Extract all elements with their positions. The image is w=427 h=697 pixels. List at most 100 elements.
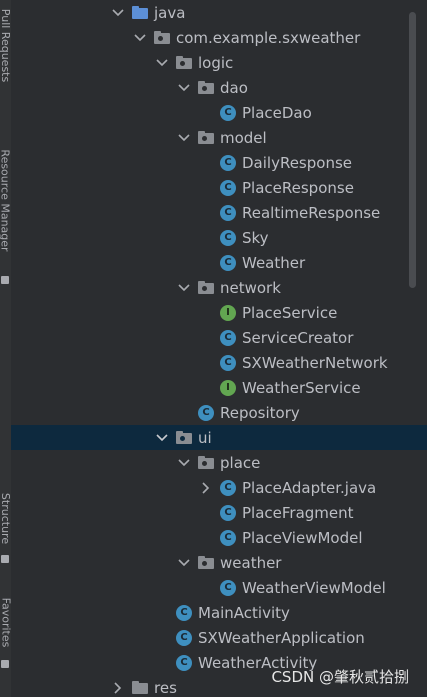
tree-node-place-service[interactable]: I PlaceService [11, 300, 427, 325]
tree-node-weather-package[interactable]: weather [11, 550, 427, 575]
watermark: CSDN @肇秋贰拾捌 [271, 668, 409, 686]
tree-node-place-response[interactable]: C PlaceResponse [11, 175, 427, 200]
tree-node-label: Weather [242, 253, 306, 272]
tree-node-label: com.example.sxweather [176, 28, 361, 47]
tree-node-label: PlaceViewModel [242, 528, 363, 547]
class-icon: C [220, 504, 236, 521]
package-icon [176, 431, 192, 444]
project-tree[interactable]: java com.example.sxweather logic dao C P… [11, 0, 427, 697]
class-icon: C [220, 354, 236, 371]
tree-node-sxweather-application[interactable]: C SXWeatherApplication [11, 625, 427, 650]
class-icon: C [220, 329, 236, 346]
class-icon: C [176, 604, 192, 621]
chevron-right-icon[interactable] [198, 480, 214, 496]
interface-icon: I [220, 379, 236, 396]
resource-manager-tab[interactable]: Resource Manager [0, 135, 12, 265]
tree-node-label: PlaceDao [242, 103, 312, 122]
tree-node-label: PlaceFragment [242, 503, 354, 522]
interface-icon: I [220, 304, 236, 321]
tree-node-label: place [220, 453, 261, 472]
class-icon: C [198, 404, 214, 421]
chevron-down-icon[interactable] [176, 555, 192, 571]
tree-node-label: SXWeatherNetwork [242, 353, 388, 372]
tree-node-ui[interactable]: ui [11, 425, 427, 450]
tree-node-label: dao [220, 78, 248, 97]
tree-node-label: RealtimeResponse [242, 203, 381, 222]
favorites-tab[interactable]: Favorites [0, 592, 12, 652]
tree-node-logic[interactable]: logic [11, 50, 427, 75]
tree-node-service-creator[interactable]: C ServiceCreator [11, 325, 427, 350]
chevron-down-icon[interactable] [176, 80, 192, 96]
chevron-down-icon[interactable] [154, 55, 170, 71]
tree-node-label: Sky [242, 228, 269, 247]
tree-node-label: PlaceResponse [242, 178, 354, 197]
resource-folder-icon [132, 681, 148, 694]
tree-node-label: WeatherViewModel [242, 578, 386, 597]
tree-node-label: res [154, 678, 177, 697]
class-icon: C [220, 579, 236, 596]
class-icon: C [220, 179, 236, 196]
tree-node-label: PlaceAdapter.java [242, 478, 377, 497]
structure-tab[interactable]: Structure [0, 488, 12, 548]
tree-node-place-view-model[interactable]: C PlaceViewModel [11, 525, 427, 550]
tree-node-sxweather-network[interactable]: C SXWeatherNetwork [11, 350, 427, 375]
tree-node-label: ui [198, 428, 212, 447]
tree-node-label: DailyResponse [242, 153, 352, 172]
tree-node-java[interactable]: java [11, 0, 427, 25]
package-icon [198, 456, 214, 469]
chevron-down-icon[interactable] [176, 280, 192, 296]
resource-manager-icon [1, 276, 9, 284]
chevron-right-icon[interactable] [110, 680, 126, 696]
class-icon: C [220, 229, 236, 246]
class-icon: C [176, 654, 192, 671]
tree-node-place-adapter[interactable]: C PlaceAdapter.java [11, 475, 427, 500]
chevron-down-icon[interactable] [110, 5, 126, 21]
tree-node-daily-response[interactable]: C DailyResponse [11, 150, 427, 175]
tree-node-package[interactable]: com.example.sxweather [11, 25, 427, 50]
tree-node-dao[interactable]: dao [11, 75, 427, 100]
tree-node-label: logic [198, 53, 234, 72]
package-icon [198, 81, 214, 94]
package-icon [154, 31, 170, 44]
structure-icon [1, 555, 9, 563]
class-icon: C [220, 154, 236, 171]
class-icon: C [220, 254, 236, 271]
tree-node-label: network [220, 278, 281, 297]
vertical-scrollbar[interactable] [409, 12, 416, 288]
tree-node-weather-view-model[interactable]: C WeatherViewModel [11, 575, 427, 600]
class-icon: C [176, 629, 192, 646]
tree-node-weather-service[interactable]: I WeatherService [11, 375, 427, 400]
tree-node-repository[interactable]: C Repository [11, 400, 427, 425]
package-icon [198, 556, 214, 569]
tree-node-realtime-response[interactable]: C RealtimeResponse [11, 200, 427, 225]
package-icon [176, 56, 192, 69]
tree-node-label: model [220, 128, 267, 147]
favorites-star-icon [1, 660, 9, 668]
chevron-down-icon[interactable] [132, 30, 148, 46]
tree-node-sky[interactable]: C Sky [11, 225, 427, 250]
package-icon [198, 131, 214, 144]
source-folder-icon [132, 6, 148, 19]
tree-node-label: MainActivity [198, 603, 290, 622]
class-icon: C [220, 479, 236, 496]
pull-requests-tab[interactable]: Pull Requests [0, 0, 12, 90]
tree-node-label: WeatherService [242, 378, 361, 397]
tree-node-label: weather [220, 553, 282, 572]
chevron-down-icon[interactable] [176, 130, 192, 146]
tree-node-main-activity[interactable]: C MainActivity [11, 600, 427, 625]
class-icon: C [220, 529, 236, 546]
package-icon [198, 281, 214, 294]
tree-node-place-fragment[interactable]: C PlaceFragment [11, 500, 427, 525]
tree-node-label: ServiceCreator [242, 328, 354, 347]
class-icon: C [220, 204, 236, 221]
tree-node-label: Repository [220, 403, 300, 422]
tree-node-place-dao[interactable]: C PlaceDao [11, 100, 427, 125]
tree-node-model[interactable]: model [11, 125, 427, 150]
tree-node-weather-model[interactable]: C Weather [11, 250, 427, 275]
tree-node-label: PlaceService [242, 303, 338, 322]
chevron-down-icon[interactable] [176, 455, 192, 471]
tree-node-place[interactable]: place [11, 450, 427, 475]
tree-node-label: java [154, 3, 186, 22]
chevron-down-icon[interactable] [154, 430, 170, 446]
tree-node-network[interactable]: network [11, 275, 427, 300]
